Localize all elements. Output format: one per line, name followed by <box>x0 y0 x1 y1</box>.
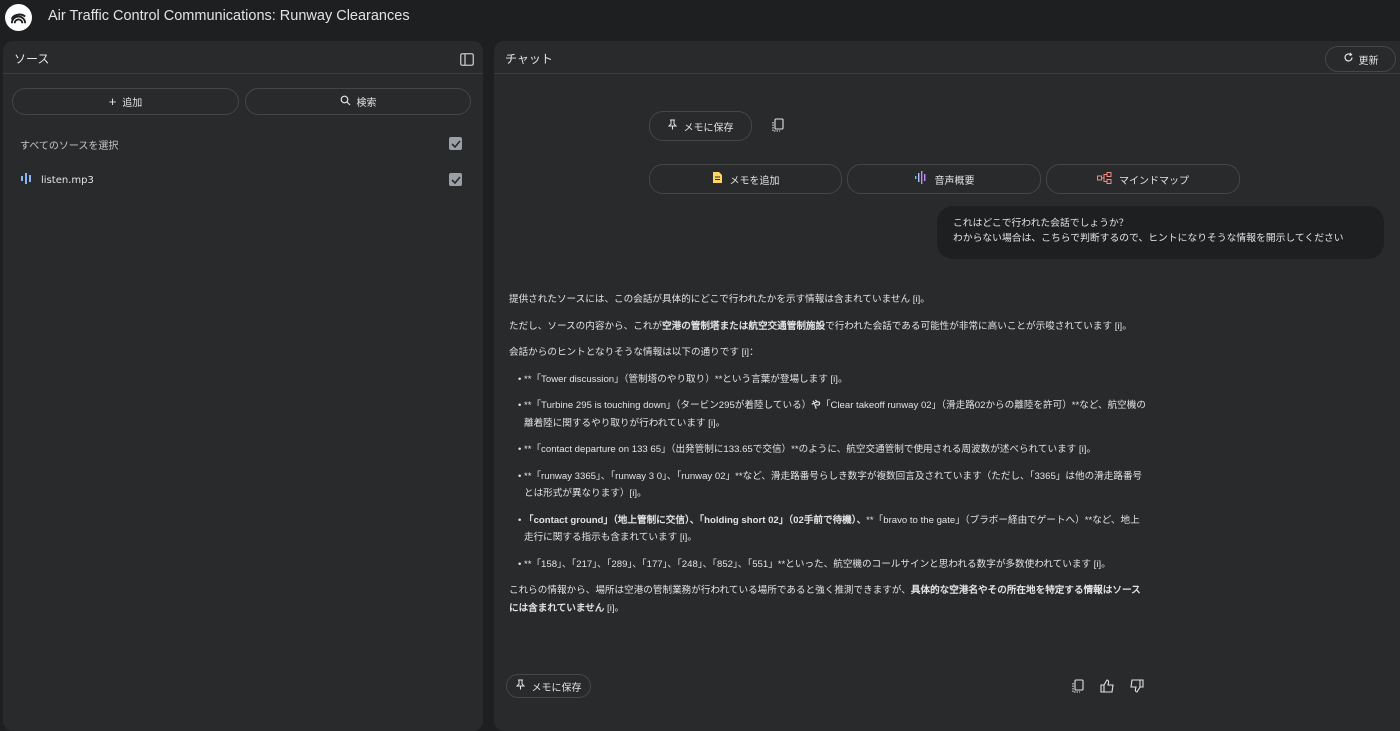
mind-map-icon <box>1097 171 1112 187</box>
audio-file-icon <box>20 173 34 187</box>
search-sparkle-icon <box>340 95 351 109</box>
add-source-button[interactable]: + 追加 <box>12 88 239 115</box>
list-item: **「runway 3365」、「runway 3 0」、「runway 02」… <box>509 468 1149 503</box>
chat-title: チャット <box>505 52 553 66</box>
app-title: Air Traffic Control Communications: Runw… <box>48 8 410 24</box>
source-checkbox[interactable] <box>449 173 462 186</box>
copy-icon[interactable] <box>769 117 785 133</box>
note-icon <box>712 171 723 187</box>
select-all-label: すべてのソースを選択 <box>20 141 119 152</box>
refresh-icon <box>1343 52 1354 66</box>
hint-list: **「Tower discussion」（管制塔のやり取り）**という言葉が登場… <box>509 371 1149 574</box>
list-item: **「158」、「217」、「289」、「177」、「248」、「852」、「5… <box>509 556 1149 574</box>
audio-waveform-icon <box>914 171 928 187</box>
mind-map-button[interactable]: マインドマップ <box>1046 164 1240 194</box>
top-bar: Air Traffic Control Communications: Runw… <box>0 0 1400 36</box>
answer-paragraph: 会話からのヒントとなりそうな情報は以下の通りです [i]： <box>509 347 759 358</box>
chat-panel: チャット 更新 メモに保存 メモを追加 音声概要 マインドマップ これはどこで行… <box>494 41 1400 731</box>
save-to-note-button[interactable]: メモに保存 <box>506 674 591 698</box>
list-item: **「contact departure on 133 65」（出発管制に133… <box>509 441 1149 459</box>
answer-paragraph: ただし、ソースの内容から、これが空港の管制塔または航空交通管制施設で行われた会話… <box>509 320 1132 332</box>
list-item: **「Turbine 295 is touching down」（タービン295… <box>509 397 1149 432</box>
user-message-line: これはどこで行われた会話でしょうか？ <box>953 218 1129 229</box>
save-to-note-button[interactable]: メモに保存 <box>649 111 752 141</box>
source-item[interactable]: listen.mp3 <box>20 173 94 187</box>
answer-paragraph: 提供されたソースには、この会話が具体的にどこで行われたかを示す情報は含まれていま… <box>509 294 930 305</box>
plus-icon: + <box>108 93 117 109</box>
sources-panel: ソース + 追加 検索 すべてのソースを選択 listen.mp3 <box>3 41 483 731</box>
list-item: **「Tower discussion」（管制塔のやり取り）**という言葉が登場… <box>509 371 1149 389</box>
collapse-panel-icon[interactable] <box>460 51 474 66</box>
select-all-checkbox[interactable] <box>449 137 462 150</box>
assistant-answer: 提供されたソースには、この会話が具体的にどこで行われたかを示す情報は含まれていま… <box>509 291 1149 626</box>
answer-paragraph: これらの情報から、場所は空港の管制業務が行われている場所であると強く推測できます… <box>509 585 1141 614</box>
user-message-line: わからない場合は、こちらで判断するので、ヒントになりそうな情報を開示してください <box>953 233 1344 244</box>
audio-overview-button[interactable]: 音声概要 <box>847 164 1041 194</box>
pin-icon <box>515 679 525 693</box>
search-source-button[interactable]: 検索 <box>245 88 471 115</box>
pin-icon <box>667 119 677 133</box>
sources-title: ソース <box>14 52 50 66</box>
copy-icon[interactable] <box>1069 678 1085 694</box>
divider <box>3 73 483 74</box>
list-item: 「contact ground」（地上管制に交信）、「holding short… <box>509 512 1149 547</box>
divider <box>494 73 1400 74</box>
refresh-button[interactable]: 更新 <box>1325 46 1396 72</box>
user-message: これはどこで行われた会話でしょうか？ わからない場合は、こちらで判断するので、ヒ… <box>937 206 1384 259</box>
source-name: listen.mp3 <box>41 174 94 186</box>
add-note-button[interactable]: メモを追加 <box>649 164 842 194</box>
thumbs-up-icon[interactable] <box>1099 678 1115 694</box>
app-logo-icon[interactable] <box>5 4 32 31</box>
thumbs-down-icon[interactable] <box>1128 678 1144 694</box>
